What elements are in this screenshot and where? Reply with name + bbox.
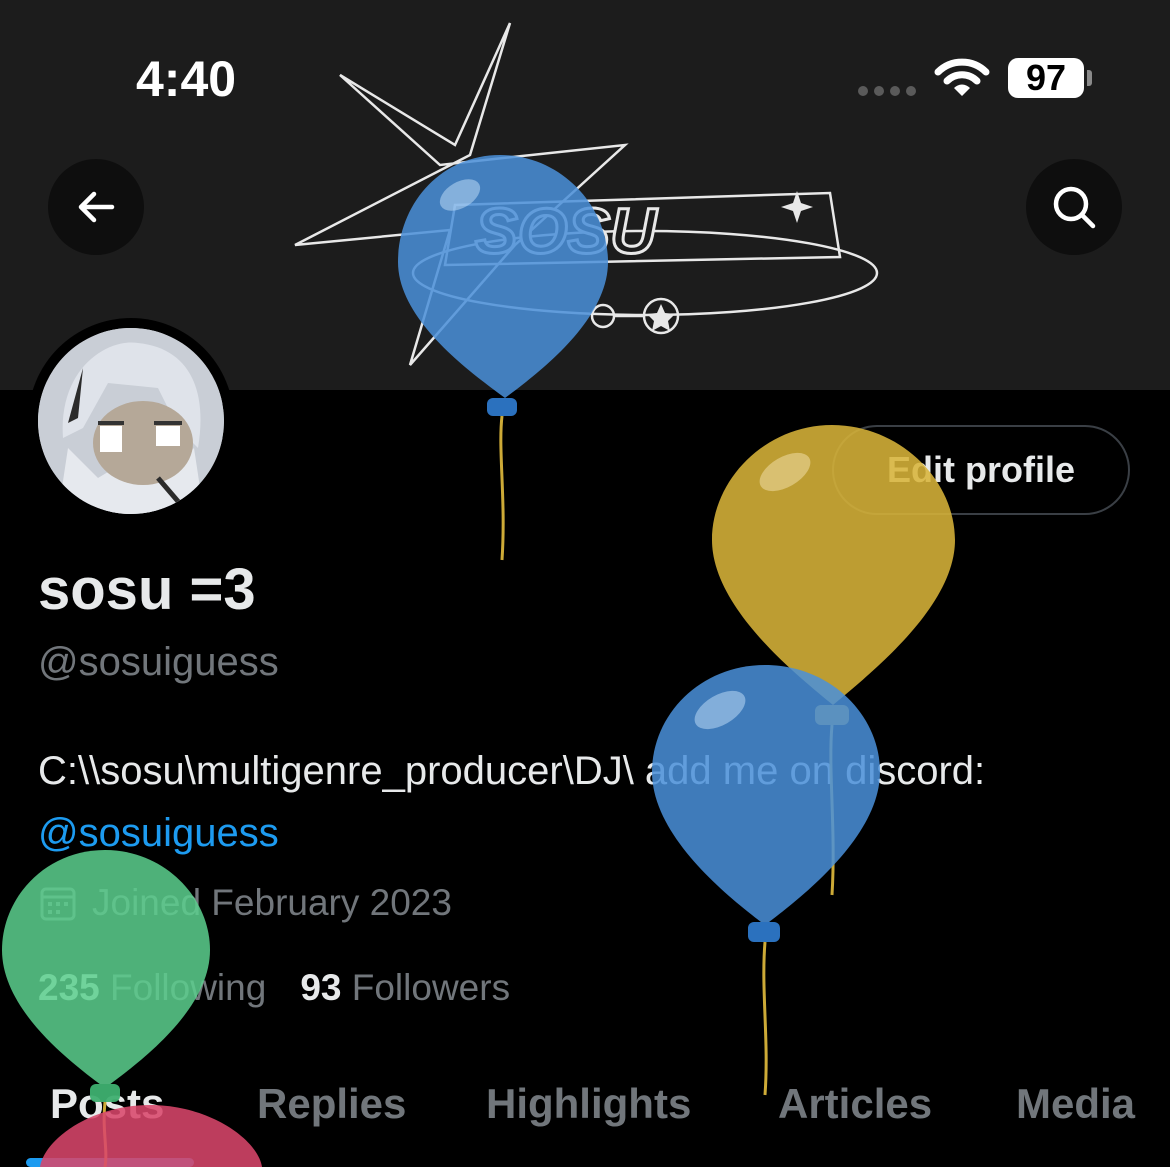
balloon-blue-bottom [652,665,880,1096]
search-icon [1053,186,1096,229]
status-time: 4:40 [136,51,237,107]
bio-mention-link[interactable]: @sosuiguess [38,811,279,855]
joined-date: Joined February 2023 [38,882,452,924]
follow-stats: 235 Following 93 Followers [38,967,510,1009]
back-button[interactable] [48,159,144,255]
tab-replies[interactable]: Replies [257,1080,406,1128]
cellular-signal-icon [858,86,916,96]
search-button[interactable] [1026,159,1122,255]
tab-articles[interactable]: Articles [778,1080,932,1128]
user-handle: @sosuiguess [38,640,279,684]
following-link[interactable]: 235 Following [38,967,266,1009]
followers-link[interactable]: 93 Followers [300,967,510,1009]
tab-media[interactable]: Media [1016,1080,1135,1128]
sosu-logo: SOSU [294,22,879,366]
followers-count: 93 [300,967,342,1008]
tab-posts[interactable]: Posts [50,1080,164,1128]
avatar-illustration [38,328,224,514]
edit-profile-button[interactable]: Edit profile [832,425,1130,515]
following-label: Following [110,967,267,1008]
tab-highlights[interactable]: Highlights [486,1080,691,1128]
battery-tip [1087,70,1092,86]
active-tab-indicator [26,1158,194,1167]
display-name: sosu =3 [38,557,256,622]
avatar[interactable] [38,328,224,514]
profile-tabs: Posts Replies Highlights Articles Media [0,1076,1170,1167]
calendar-icon [40,887,76,921]
joined-text: Joined February 2023 [92,882,452,923]
svg-text:SOSU: SOSU [475,195,658,267]
battery-level: 97 [1008,58,1084,98]
bio-text: C:\\sosu\multigenre_producer\DJ\ add me … [38,749,986,793]
followers-label: Followers [351,967,511,1008]
following-count: 235 [38,967,100,1008]
wifi-icon [934,58,990,96]
profile-bio: C:\\sosu\multigenre_producer\DJ\ add me … [38,740,1038,864]
back-arrow-icon [78,191,115,223]
